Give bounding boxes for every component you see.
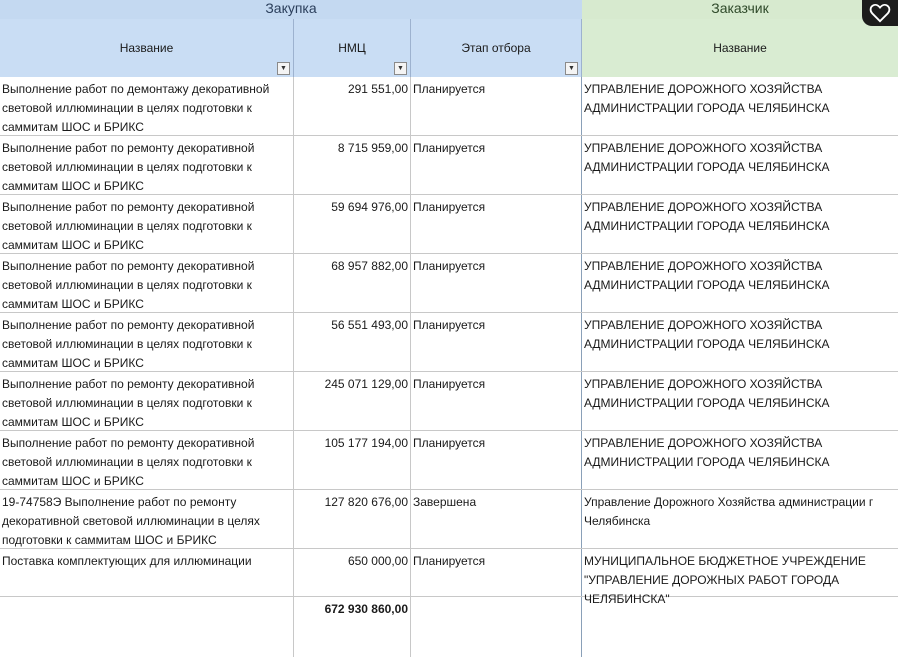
table-row[interactable]: Выполнение работ по ремонту декоративной… [0, 254, 898, 313]
cell-nmc[interactable]: 56 551 493,00 [294, 313, 411, 371]
dropdown-arrow-icon: ▼ [280, 65, 287, 72]
table-row[interactable]: Выполнение работ по ремонту декоративной… [0, 195, 898, 254]
table-row[interactable]: Выполнение работ по ремонту декоративной… [0, 372, 898, 431]
filter-dropdown-stage[interactable]: ▼ [565, 62, 578, 75]
table-row[interactable]: Выполнение работ по ремонту декоративной… [0, 313, 898, 372]
cell-customer[interactable]: УПРАВЛЕНИЕ ДОРОЖНОГО ХОЗЯЙСТВА АДМИНИСТР… [582, 136, 898, 194]
table-row[interactable]: Поставка комплектующих для иллюминации 6… [0, 549, 898, 606]
cell-name[interactable]: 19-74758Э Выполнение работ по ремонту де… [0, 490, 294, 548]
column-header-customer-label: Название [713, 41, 767, 55]
cell-name[interactable]: Выполнение работ по демонтажу декоративн… [0, 77, 294, 135]
total-nmc[interactable]: 672 930 860,00 [294, 597, 411, 657]
cell-customer-line2: Челябинска [584, 514, 651, 528]
filter-dropdown-name[interactable]: ▼ [277, 62, 290, 75]
cell-customer[interactable]: МУНИЦИПАЛЬНОЕ БЮДЖЕТНОЕ УЧРЕЖДЕНИЕ "УПРА… [582, 549, 898, 606]
filter-dropdown-nmc[interactable]: ▼ [394, 62, 407, 75]
cell-name[interactable]: Выполнение работ по ремонту декоративной… [0, 372, 294, 430]
cell-name[interactable]: Выполнение работ по ремонту декоративной… [0, 431, 294, 489]
cell-customer-line1: Управление Дорожного Хозяйства администр… [584, 495, 874, 509]
cell-customer[interactable]: Управление Дорожного Хозяйства администр… [582, 490, 898, 548]
cell-customer-text: УПРАВЛЕНИЕ ДОРОЖНОГО ХОЗЯЙСТВА АДМИНИСТР… [584, 200, 830, 233]
cell-stage[interactable]: Планируется [411, 254, 582, 312]
cell-name[interactable]: Выполнение работ по ремонту декоративной… [0, 254, 294, 312]
cell-customer[interactable]: УПРАВЛЕНИЕ ДОРОЖНОГО ХОЗЯЙСТВА АДМИНИСТР… [582, 372, 898, 430]
cell-customer[interactable]: УПРАВЛЕНИЕ ДОРОЖНОГО ХОЗЯЙСТВА АДМИНИСТР… [582, 195, 898, 253]
cell-stage[interactable]: Планируется [411, 549, 582, 596]
group-header-customer: Заказчик [582, 0, 898, 19]
cell-nmc[interactable]: 59 694 976,00 [294, 195, 411, 253]
dropdown-arrow-icon: ▼ [397, 65, 404, 72]
column-header-nmc[interactable]: НМЦ ▼ [294, 19, 411, 77]
cell-stage[interactable]: Планируется [411, 77, 582, 135]
cell-stage[interactable]: Планируется [411, 313, 582, 371]
cell-customer-text: УПРАВЛЕНИЕ ДОРОЖНОГО ХОЗЯЙСТВА АДМИНИСТР… [584, 436, 830, 469]
cell-customer-text: УПРАВЛЕНИЕ ДОРОЖНОГО ХОЗЯЙСТВА АДМИНИСТР… [584, 377, 830, 410]
cell-nmc[interactable]: 650 000,00 [294, 549, 411, 596]
data-table: Выполнение работ по демонтажу декоративн… [0, 77, 898, 657]
cell-customer-text: УПРАВЛЕНИЕ ДОРОЖНОГО ХОЗЯЙСТВА АДМИНИСТР… [584, 318, 830, 351]
cell-name[interactable]: Поставка комплектующих для иллюминации [0, 549, 294, 596]
cell-stage[interactable]: Планируется [411, 372, 582, 430]
table-row[interactable]: Выполнение работ по демонтажу декоративн… [0, 77, 898, 136]
cell-name[interactable]: Выполнение работ по ремонту декоративной… [0, 313, 294, 371]
cell-customer[interactable]: УПРАВЛЕНИЕ ДОРОЖНОГО ХОЗЯЙСТВА АДМИНИСТР… [582, 313, 898, 371]
table-row[interactable]: 19-74758Э Выполнение работ по ремонту де… [0, 490, 898, 549]
column-header-name-label: Название [119, 41, 174, 55]
cell-stage[interactable]: Планируется [411, 136, 582, 194]
column-header-name[interactable]: Название ▼ [0, 19, 294, 77]
column-header-stage[interactable]: Этап отбора ▼ [411, 19, 582, 77]
cell-customer-text: УПРАВЛЕНИЕ ДОРОЖНОГО ХОЗЯЙСТВА АДМИНИСТР… [584, 141, 830, 174]
cell-nmc[interactable]: 105 177 194,00 [294, 431, 411, 489]
column-header-stage-label: Этап отбора [461, 41, 531, 55]
table-row[interactable]: Выполнение работ по ремонту декоративной… [0, 136, 898, 195]
cell-nmc[interactable]: 245 071 129,00 [294, 372, 411, 430]
table-row[interactable]: Выполнение работ по ремонту декоративной… [0, 431, 898, 490]
cell-name[interactable]: Выполнение работ по ремонту декоративной… [0, 195, 294, 253]
cell-stage[interactable]: Планируется [411, 431, 582, 489]
cell-stage[interactable]: Планируется [411, 195, 582, 253]
dropdown-arrow-icon: ▼ [568, 65, 575, 72]
cell-customer-text: УПРАВЛЕНИЕ ДОРОЖНОГО ХОЗЯЙСТВА АДМИНИСТР… [584, 82, 830, 115]
column-header-nmc-label: НМЦ [338, 41, 366, 55]
group-header-purchase: Закупка [0, 0, 582, 19]
heart-icon [869, 3, 891, 23]
cell-stage[interactable]: Завершена [411, 490, 582, 548]
cell-nmc[interactable]: 127 820 676,00 [294, 490, 411, 548]
cell-customer[interactable]: УПРАВЛЕНИЕ ДОРОЖНОГО ХОЗЯЙСТВА АДМИНИСТР… [582, 77, 898, 135]
cell-nmc[interactable]: 68 957 882,00 [294, 254, 411, 312]
favorite-button[interactable] [862, 0, 898, 26]
cell-customer[interactable]: УПРАВЛЕНИЕ ДОРОЖНОГО ХОЗЯЙСТВА АДМИНИСТР… [582, 431, 898, 489]
cell-name-empty[interactable] [0, 597, 294, 657]
cell-customer[interactable]: УПРАВЛЕНИЕ ДОРОЖНОГО ХОЗЯЙСТВА АДМИНИСТР… [582, 254, 898, 312]
cell-stage-empty[interactable] [411, 597, 582, 657]
cell-nmc[interactable]: 8 715 959,00 [294, 136, 411, 194]
cell-nmc[interactable]: 291 551,00 [294, 77, 411, 135]
cell-customer-empty[interactable] [582, 597, 898, 657]
totals-row[interactable]: 672 930 860,00 [0, 597, 898, 657]
cell-name[interactable]: Выполнение работ по ремонту декоративной… [0, 136, 294, 194]
cell-customer-text: УПРАВЛЕНИЕ ДОРОЖНОГО ХОЗЯЙСТВА АДМИНИСТР… [584, 259, 830, 292]
column-header-customer-name[interactable]: Название [582, 19, 898, 77]
